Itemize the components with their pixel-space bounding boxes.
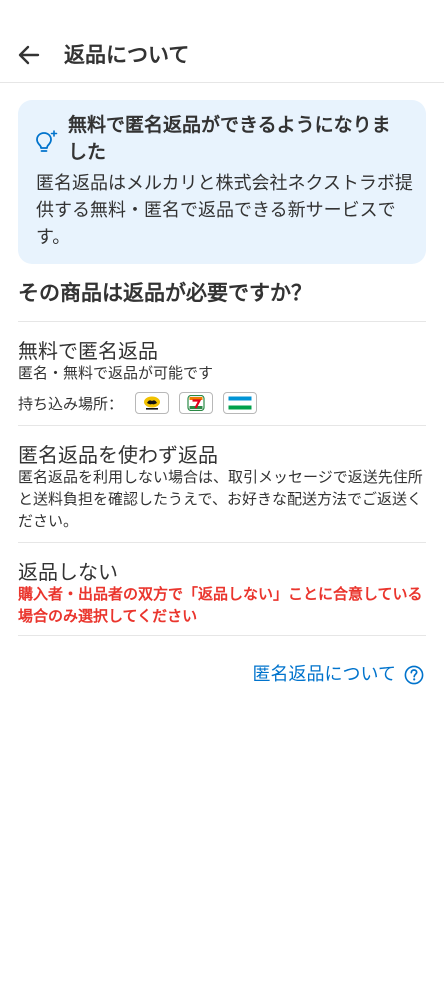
option-title: 返品しない	[18, 560, 118, 584]
option-description: 匿名返品を利用しない場合は、取引メッセージで返送先住所と送料負担を確認したうえで…	[18, 468, 423, 530]
info-body: 匿名返品はメルカリと株式会社ネクストラボ提供する無料・匿名で返品できる新サービス…	[36, 173, 413, 248]
seven-eleven-icon	[187, 395, 205, 411]
lightbulb-icon	[36, 130, 58, 152]
option-description: 匿名・無料で返品が可能です	[18, 364, 214, 382]
option-no-return[interactable]: 返品しない 購入者・出品者の双方で「返品しない」ことに合意している場合のみ選択し…	[18, 561, 426, 627]
divider	[18, 542, 426, 543]
section-title: その商品は返品が必要ですか？	[18, 280, 312, 305]
store-badge-yamato	[135, 392, 170, 414]
divider	[18, 635, 426, 636]
option-warning: 購入者・出品者の双方で「返品しない」ことに合意している場合のみ選択してください	[18, 585, 423, 625]
yamato-icon	[144, 396, 161, 410]
dropoff-label: 持ち込み場所：	[18, 394, 124, 413]
arrow-left-icon	[18, 45, 40, 65]
option-return-without-anonymous[interactable]: 匿名返品を使わず返品 匿名返品を利用しない場合は、取引メッセージで返送先住所と送…	[18, 444, 426, 532]
store-badge-familymart	[223, 392, 258, 414]
divider	[18, 425, 426, 426]
top-bar: 返品について	[0, 28, 444, 83]
dropoff-locations: 持ち込み場所：	[18, 392, 426, 414]
option-title: 匿名返品を使わず返品	[18, 443, 218, 467]
bottom-sheet: 返品について 無料で匿名返品ができるようになりました 匿名返品はメルカリと株式会…	[0, 0, 444, 999]
option-title: 無料で匿名返品	[18, 339, 158, 363]
back-button[interactable]	[12, 38, 46, 72]
info-heading: 無料で匿名返品ができるようになりました	[68, 114, 391, 163]
store-badge-seven-eleven	[179, 392, 214, 414]
about-link-label: 匿名返品について	[252, 664, 396, 685]
info-card: 無料で匿名返品ができるようになりました 匿名返品はメルカリと株式会社ネクストラボ…	[18, 100, 426, 264]
option-free-anonymous-return[interactable]: 無料で匿名返品 匿名・無料で返品が可能です 持ち込み場所：	[18, 340, 426, 414]
help-circle-icon	[404, 665, 424, 685]
familymart-icon	[228, 396, 252, 410]
about-anonymous-return-link[interactable]: 匿名返品について	[253, 662, 424, 688]
page-title: 返品について	[64, 42, 190, 67]
divider	[18, 321, 426, 322]
